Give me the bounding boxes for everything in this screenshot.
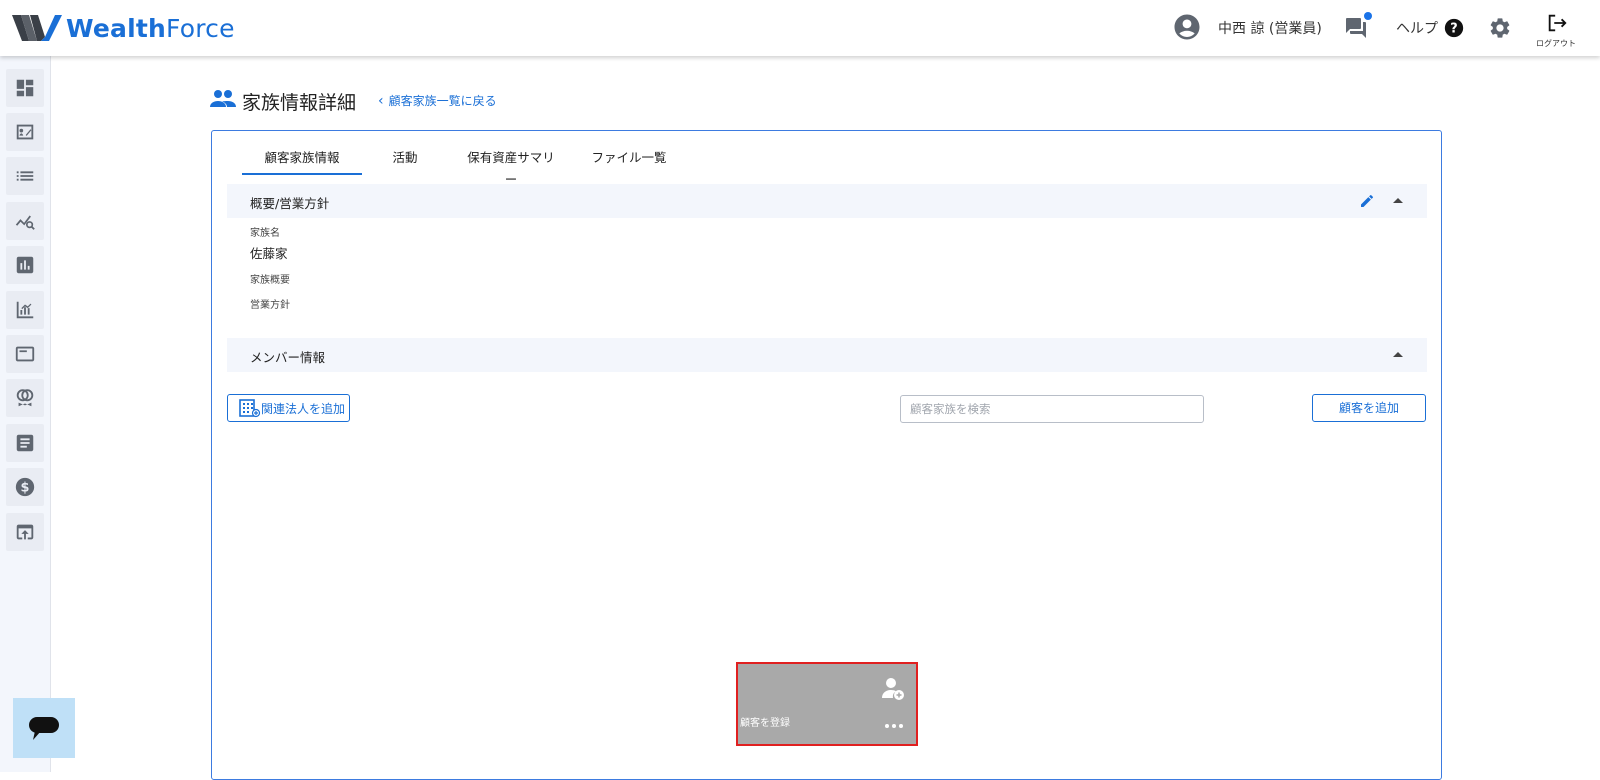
page-title: 家族情報詳細: [242, 92, 357, 114]
logo-w-icon: [12, 15, 62, 41]
register-customer-label: 顧客を登録: [740, 718, 790, 729]
sidebar: $: [0, 56, 51, 772]
tab-bar: 顧客家族情報 活動 保有資産サマリー ファイル一覧: [242, 143, 684, 187]
person-add-icon: [882, 678, 904, 700]
logout-icon[interactable]: [1546, 12, 1568, 34]
help-icon[interactable]: ?: [1443, 17, 1465, 39]
tab-family-info[interactable]: 顧客家族情報: [242, 143, 362, 175]
dollar-icon: $: [15, 477, 35, 497]
add-related-corp-button[interactable]: 関連法人を追加: [227, 394, 350, 422]
members-section-title: メンバー情報: [250, 350, 326, 365]
notification-dot: [1364, 12, 1372, 20]
document-icon: [16, 434, 34, 452]
family-search-input[interactable]: [900, 395, 1204, 423]
family-detail-card: 顧客家族情報 活動 保有資産サマリー ファイル一覧 概要/営業方針 家族名 佐藤…: [211, 130, 1442, 780]
chat-bubble-icon: [29, 717, 59, 740]
more-options-icon[interactable]: [884, 722, 904, 730]
tab-file-list[interactable]: ファイル一覧: [574, 143, 684, 175]
family-name-label: 家族名: [250, 228, 280, 239]
sidebar-item-reports[interactable]: [6, 246, 44, 284]
tab-activities[interactable]: 活動: [362, 143, 448, 175]
svg-text:?: ?: [1450, 22, 1457, 37]
list-icon: [16, 171, 34, 181]
support-chat-button[interactable]: [13, 698, 75, 758]
logo-text: WealthForce: [66, 13, 235, 43]
register-customer-card[interactable]: 顧客を登録: [736, 662, 918, 746]
sidebar-item-analysis[interactable]: [6, 202, 44, 240]
sidebar-item-panel[interactable]: [6, 335, 44, 373]
user-avatar-icon[interactable]: [1172, 12, 1202, 42]
members-section-header: メンバー情報: [227, 338, 1427, 372]
app-header: WealthForce 中西 諒 (営業員) ヘルプ ? ログアウト: [0, 0, 1600, 56]
sidebar-item-upload[interactable]: [6, 513, 44, 551]
back-to-family-list-link[interactable]: 顧客家族一覧に戻る: [378, 92, 497, 109]
sidebar-item-relations[interactable]: [6, 379, 44, 417]
help-label[interactable]: ヘルプ: [1396, 18, 1438, 38]
bar-chart-icon: [16, 256, 34, 274]
user-name[interactable]: 中西 諒 (営業員): [1218, 18, 1322, 38]
sidebar-item-list[interactable]: [6, 157, 44, 195]
edit-pencil-icon[interactable]: [1359, 193, 1375, 209]
sidebar-item-dashboard[interactable]: [6, 69, 44, 107]
sidebar-item-contacts[interactable]: [6, 113, 44, 151]
dashboard-icon: [16, 79, 34, 97]
settings-gear-icon[interactable]: [1488, 16, 1512, 40]
add-related-corp-label: 関連法人を追加: [261, 401, 346, 416]
sidebar-item-analytics[interactable]: [6, 291, 44, 329]
sales-policy-label: 営業方針: [250, 300, 290, 311]
svg-text:$: $: [21, 481, 30, 496]
messages-icon[interactable]: [1344, 16, 1368, 40]
overview-section-header: 概要/営業方針: [227, 184, 1427, 218]
collapse-caret-icon[interactable]: [1393, 350, 1403, 360]
family-group-icon: [210, 90, 236, 107]
app-logo[interactable]: WealthForce: [12, 10, 235, 46]
tab-asset-summary[interactable]: 保有資産サマリー: [448, 143, 574, 187]
panel-icon: [15, 346, 35, 362]
collapse-caret-icon[interactable]: [1393, 196, 1403, 206]
add-customer-button[interactable]: 顧客を追加: [1312, 394, 1426, 422]
sidebar-item-documents[interactable]: [6, 424, 44, 462]
family-summary-label: 家族概要: [250, 275, 290, 286]
family-name-value: 佐藤家: [250, 246, 288, 261]
building-add-icon: [239, 399, 261, 418]
rings-icon: [16, 389, 34, 407]
trend-search-icon: [15, 215, 35, 230]
overview-section-title: 概要/営業方針: [250, 196, 330, 211]
analytics-icon: [16, 301, 34, 319]
upload-window-icon: [16, 524, 34, 540]
logout-label[interactable]: ログアウト: [1536, 38, 1576, 49]
contact-card-icon: [16, 124, 34, 140]
sidebar-item-finance[interactable]: $: [6, 468, 44, 506]
